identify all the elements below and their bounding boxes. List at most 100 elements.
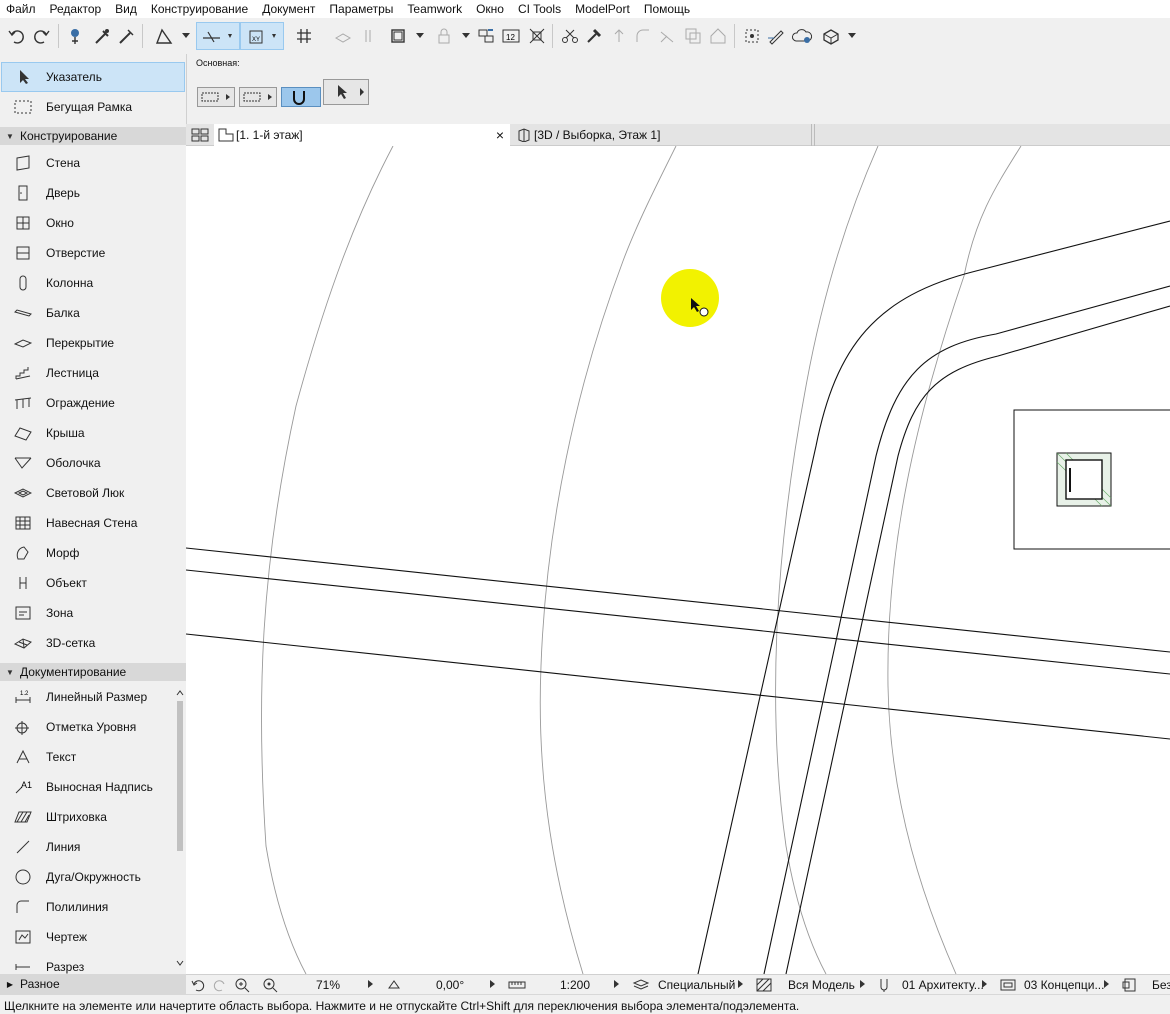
tool-stair[interactable]: Лестница: [0, 358, 186, 388]
tool-shell[interactable]: Оболочка: [0, 448, 186, 478]
trace-button[interactable]: [358, 22, 380, 50]
guide-dropdown[interactable]: [180, 22, 192, 50]
menu-item[interactable]: Файл: [0, 0, 43, 18]
guide-button[interactable]: [150, 22, 178, 50]
layer-button[interactable]: [332, 22, 354, 50]
floor-plan-canvas[interactable]: [186, 146, 1170, 974]
split-button[interactable]: [558, 22, 582, 50]
scale-value[interactable]: 1:200: [560, 977, 590, 993]
fillet-button[interactable]: [632, 22, 654, 50]
tool-fill[interactable]: Штриховка: [0, 802, 186, 832]
group-documentation-header[interactable]: ▼ Документирование: [0, 663, 186, 681]
offset-button[interactable]: [682, 22, 704, 50]
tool-roof[interactable]: Крыша: [0, 418, 186, 448]
model-view-value[interactable]: Вся Модель: [788, 977, 855, 993]
scroll-thumb[interactable]: [177, 701, 183, 851]
menu-item[interactable]: Окно: [469, 0, 511, 18]
selection-rect-button[interactable]: [239, 87, 277, 107]
tab-floor-plan[interactable]: [1. 1-й этаж] ×: [214, 124, 510, 146]
tool-slab[interactable]: Перекрытие: [0, 328, 186, 358]
tool-wall[interactable]: Стена: [0, 148, 186, 178]
menu-item[interactable]: Вид: [108, 0, 144, 18]
layers-button[interactable]: [632, 977, 650, 993]
suspend-group-button[interactable]: [526, 22, 548, 50]
tool-zone[interactable]: Зона: [0, 598, 186, 628]
quick-selection-button[interactable]: [281, 87, 321, 107]
view-dropdown[interactable]: [414, 22, 426, 50]
pen-set-button[interactable]: [878, 977, 890, 993]
tool-marquee[interactable]: Бегущая Рамка: [0, 92, 186, 122]
model-view-arrow-icon[interactable]: [860, 980, 865, 988]
angle-value[interactable]: 0,00°: [436, 977, 464, 993]
tool-dimension[interactable]: 1.2 Линейный Размер: [0, 682, 186, 712]
menu-item[interactable]: ModelPort: [568, 0, 637, 18]
menu-item[interactable]: Документ: [255, 0, 322, 18]
tab-overview-button[interactable]: [188, 124, 212, 146]
undo-view-button[interactable]: [190, 977, 206, 993]
menu-item[interactable]: Параметры: [322, 0, 400, 18]
redo-view-button[interactable]: [212, 977, 228, 993]
model-view-button[interactable]: [756, 977, 772, 993]
pen-set-arrow-icon[interactable]: [982, 980, 987, 988]
elevate-button[interactable]: [608, 22, 630, 50]
lock-dropdown[interactable]: [460, 22, 472, 50]
pointer-mode-button[interactable]: [323, 79, 369, 105]
scale-arrow-icon[interactable]: [614, 980, 619, 988]
tool-opening[interactable]: Отверстие: [0, 238, 186, 268]
zoom-arrow-icon[interactable]: [368, 980, 373, 988]
tab-3d-view[interactable]: [3D / Выборка, Этаж 1]: [512, 124, 812, 146]
edit-pen-button[interactable]: [764, 22, 788, 50]
tool-line[interactable]: Линия: [0, 832, 186, 862]
dimension-toggle-button[interactable]: 12: [500, 22, 522, 50]
snap-guides-button[interactable]: [196, 22, 240, 50]
menu-item[interactable]: Редактор: [43, 0, 109, 18]
undo-button[interactable]: [4, 22, 28, 50]
tool-skylight[interactable]: Световой Люк: [0, 478, 186, 508]
tool-section[interactable]: Разрез: [0, 952, 186, 974]
scroll-down-icon[interactable]: [176, 959, 184, 967]
rotate-view-button[interactable]: [386, 977, 402, 993]
tool-polyline[interactable]: Полилиния: [0, 892, 186, 922]
3d-view-dropdown[interactable]: [846, 22, 858, 50]
renovation-button[interactable]: [1000, 977, 1016, 993]
structure-value[interactable]: Без: [1152, 977, 1170, 993]
menu-item[interactable]: Конструирование: [144, 0, 255, 18]
group-button[interactable]: [474, 22, 498, 50]
tool-curtain-wall[interactable]: Навесная Стена: [0, 508, 186, 538]
scroll-up-icon[interactable]: [176, 689, 184, 697]
layer-combination-value[interactable]: Специальный: [658, 977, 735, 993]
tool-column[interactable]: Колонна: [0, 268, 186, 298]
roof-cut-button[interactable]: [706, 22, 730, 50]
renovation-value[interactable]: 03 Концепци...: [1024, 977, 1104, 993]
tool-morph[interactable]: Морф: [0, 538, 186, 568]
toolbox-scrollbar[interactable]: [175, 687, 185, 969]
cloud-button[interactable]: [788, 22, 816, 50]
tool-pointer[interactable]: Указатель: [1, 62, 185, 92]
tool-text[interactable]: Текст: [0, 742, 186, 772]
tool-object[interactable]: Объект: [0, 568, 186, 598]
tool-arc[interactable]: Дуга/Окружность: [0, 862, 186, 892]
layer-arrow-icon[interactable]: [738, 980, 743, 988]
tool-railing[interactable]: Ограждение: [0, 388, 186, 418]
selection-method-button[interactable]: [197, 87, 235, 107]
snap-points-button[interactable]: XY: [240, 22, 284, 50]
redo-button[interactable]: [30, 22, 54, 50]
zoom-in-button[interactable]: [234, 977, 250, 993]
lock-button[interactable]: [432, 22, 456, 50]
group-design-header[interactable]: ▼ Конструирование: [0, 127, 186, 145]
tab-close-icon[interactable]: ×: [496, 127, 504, 143]
pick-up-parameters-button[interactable]: [64, 22, 90, 50]
menu-item[interactable]: Помощь: [637, 0, 697, 18]
tool-drawing[interactable]: Чертеж: [0, 922, 186, 952]
building-footprint[interactable]: [1013, 409, 1170, 550]
renovation-arrow-icon[interactable]: [1104, 980, 1109, 988]
pen-set-value[interactable]: 01 Архитекту...: [902, 977, 984, 993]
syringe-button[interactable]: [114, 22, 138, 50]
view-button[interactable]: [386, 22, 410, 50]
angle-arrow-icon[interactable]: [490, 980, 495, 988]
tool-mesh[interactable]: 3D-сетка: [0, 628, 186, 658]
adjust-button[interactable]: [582, 22, 606, 50]
tool-window[interactable]: Окно: [0, 208, 186, 238]
scale-button[interactable]: [508, 977, 526, 993]
tool-door[interactable]: Дверь: [0, 178, 186, 208]
